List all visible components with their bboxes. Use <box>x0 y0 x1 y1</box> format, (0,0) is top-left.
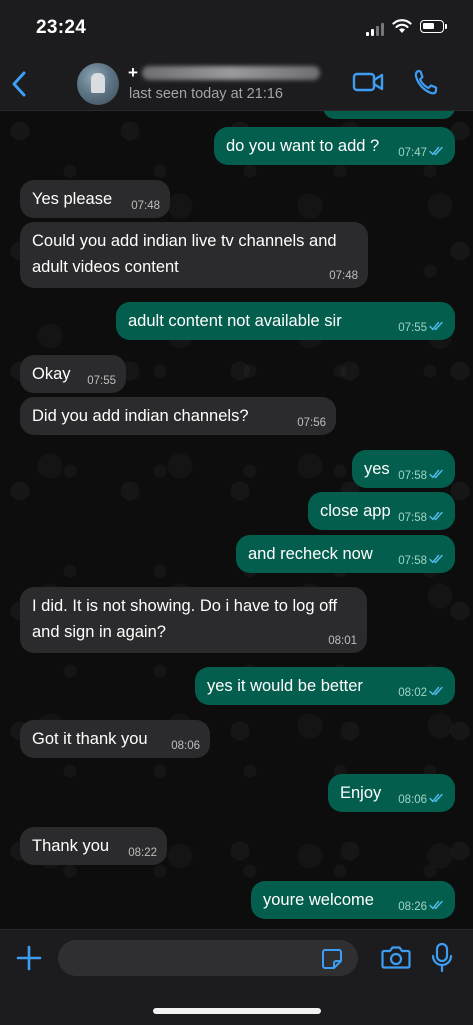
message-input[interactable] <box>58 940 358 976</box>
outgoing-message-bubble[interactable]: do you want to add ? 07:47 <box>214 127 455 165</box>
message-meta: 08:22 <box>128 847 157 859</box>
contact-name[interactable]: + <box>128 63 320 83</box>
video-camera-icon[interactable] <box>352 70 384 94</box>
read-receipt-icon <box>429 321 445 334</box>
message-meta: 07:58 <box>398 469 445 482</box>
contact-avatar[interactable] <box>77 63 119 105</box>
incoming-message-bubble[interactable]: Yes please 07:48 <box>20 180 170 218</box>
incoming-message-bubble[interactable]: Did you add indian channels? 07:56 <box>20 397 336 435</box>
last-seen-status[interactable]: last seen today at 21:16 <box>129 86 283 102</box>
read-receipt-icon <box>429 554 445 567</box>
message-time: 07:55 <box>398 321 427 334</box>
outgoing-message-bubble[interactable]: youre welcome 08:26 <box>251 881 455 919</box>
microphone-icon[interactable] <box>431 942 453 974</box>
read-receipt-icon <box>429 511 445 524</box>
battery-icon <box>420 20 447 33</box>
message-meta: 07:47 <box>398 146 445 159</box>
message-time: 07:58 <box>398 511 427 524</box>
phone-icon[interactable] <box>413 68 439 96</box>
read-receipt-icon <box>429 793 445 806</box>
outgoing-message-bubble[interactable]: yes it would be better 08:02 <box>195 667 455 705</box>
message-meta: 07:55 <box>398 321 445 334</box>
outgoing-message-bubble[interactable]: yes 07:58 <box>352 450 455 488</box>
incoming-message-bubble[interactable]: Thank you 08:22 <box>20 827 167 865</box>
wifi-icon <box>392 19 412 33</box>
message-time: 07:55 <box>87 375 116 387</box>
message-time: 08:01 <box>328 635 357 647</box>
message-time: 07:48 <box>131 200 160 212</box>
message-time: 08:22 <box>128 847 157 859</box>
redacted-name <box>141 66 320 80</box>
message-meta: 07:58 <box>398 554 445 567</box>
plus-icon[interactable] <box>16 945 42 971</box>
message-meta: 08:26 <box>398 900 445 913</box>
previous-message-bubble <box>323 111 455 119</box>
status-time: 23:24 <box>36 17 87 38</box>
incoming-message-bubble[interactable]: Got it thank you 08:06 <box>20 720 210 758</box>
read-receipt-icon <box>429 900 445 913</box>
read-receipt-icon <box>429 146 445 159</box>
message-meta: 08:01 <box>328 635 357 647</box>
message-time: 07:58 <box>398 554 427 567</box>
message-time: 08:06 <box>171 740 200 752</box>
read-receipt-icon <box>429 686 445 699</box>
message-meta: 07:48 <box>131 200 160 212</box>
read-receipt-icon <box>429 469 445 482</box>
status-bar: 23:24 <box>0 0 473 58</box>
message-time: 07:58 <box>398 469 427 482</box>
message-text: Did you add indian channels? <box>32 407 249 425</box>
message-time: 08:26 <box>398 900 427 913</box>
chat-header: + last seen today at 21:16 <box>0 58 473 111</box>
contact-name-prefix: + <box>128 63 138 82</box>
message-meta: 07:48 <box>329 270 358 282</box>
message-time: 07:48 <box>329 270 358 282</box>
cellular-signal-icon <box>366 22 384 36</box>
composer-bar <box>0 929 473 1025</box>
outgoing-message-bubble[interactable]: and recheck now 07:58 <box>236 535 455 573</box>
message-time: 08:06 <box>398 793 427 806</box>
outgoing-message-bubble[interactable]: Enjoy 08:06 <box>328 774 455 812</box>
message-text: Could you add indian live tv channels an… <box>32 232 337 276</box>
message-meta: 07:56 <box>297 417 326 429</box>
message-time: 07:56 <box>297 417 326 429</box>
home-indicator <box>153 1008 321 1014</box>
outgoing-message-bubble[interactable]: adult content not available sir 07:55 <box>116 302 455 340</box>
incoming-message-bubble[interactable]: I did. It is not showing. Do i have to l… <box>20 587 367 653</box>
incoming-message-bubble[interactable]: Could you add indian live tv channels an… <box>20 222 368 288</box>
chevron-left-icon[interactable] <box>10 70 28 98</box>
message-meta: 08:06 <box>398 793 445 806</box>
message-meta: 07:58 <box>398 511 445 524</box>
message-meta: 08:06 <box>171 740 200 752</box>
incoming-message-bubble[interactable]: Okay 07:55 <box>20 355 126 393</box>
outgoing-message-bubble[interactable]: close app 07:58 <box>308 492 455 530</box>
message-time: 07:47 <box>398 146 427 159</box>
camera-icon[interactable] <box>381 944 411 970</box>
message-meta: 07:55 <box>87 375 116 387</box>
message-text: I did. It is not showing. Do i have to l… <box>32 597 338 641</box>
sticker-icon[interactable] <box>321 948 343 970</box>
message-meta: 08:02 <box>398 686 445 699</box>
message-list[interactable]: do you want to add ? 07:47 Yes please 07:48… <box>0 111 473 929</box>
message-time: 08:02 <box>398 686 427 699</box>
